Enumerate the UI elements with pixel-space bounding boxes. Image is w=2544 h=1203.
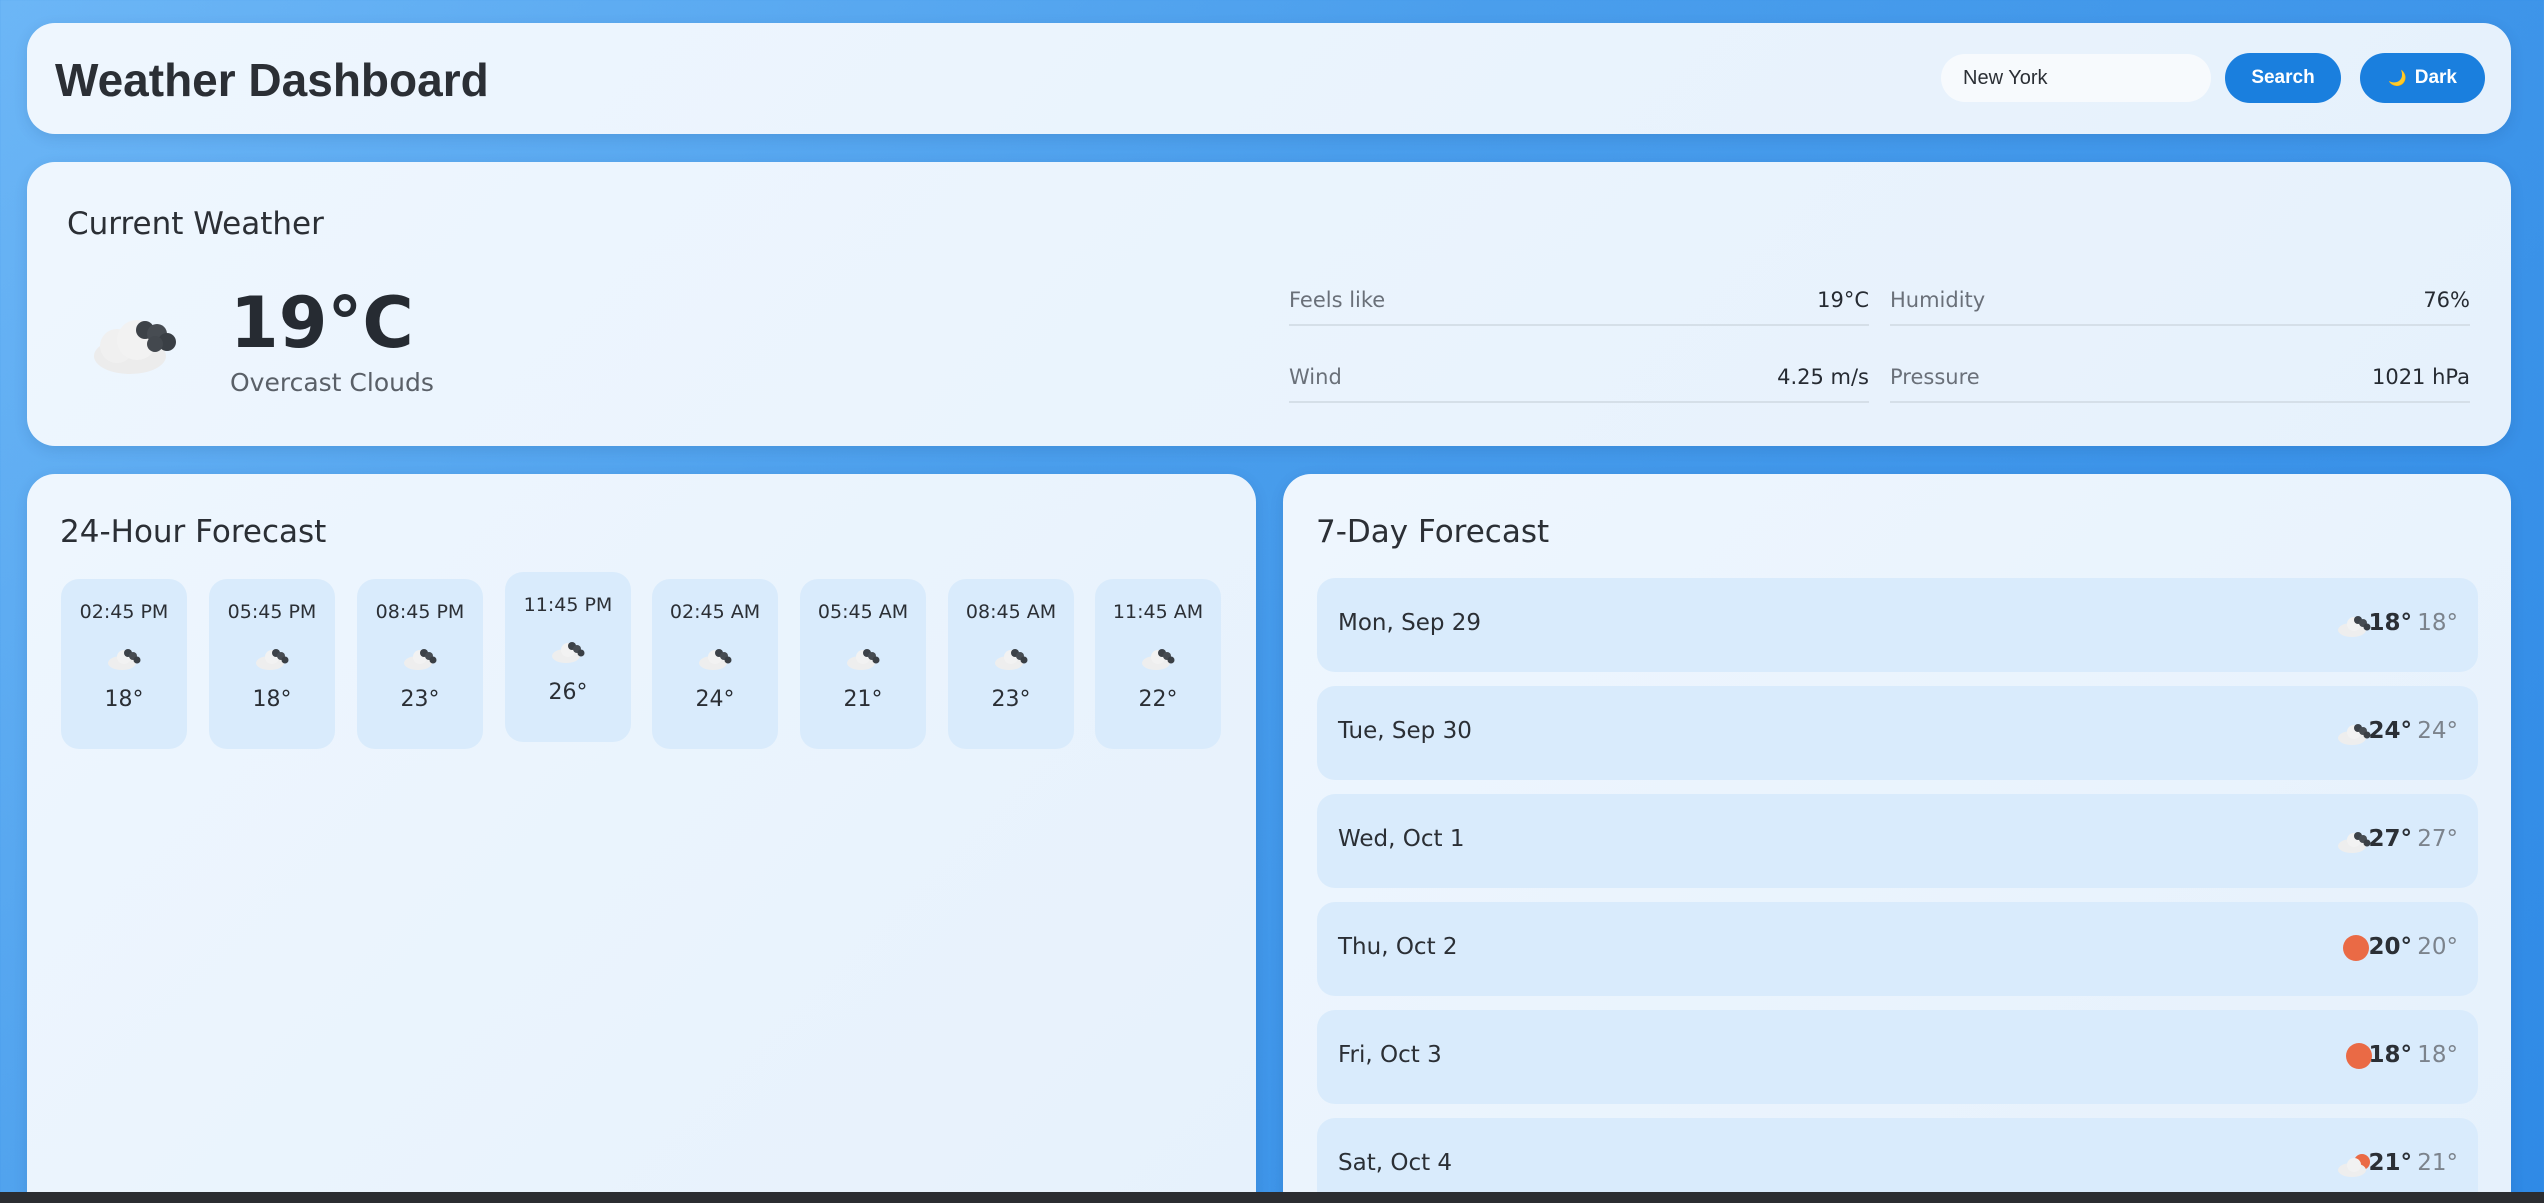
day-label: Sat, Oct 4 xyxy=(1338,1150,1453,1176)
hour-card: 02:45 PM 18° xyxy=(61,579,187,749)
day-row: Tue, Sep 30 24° 24° xyxy=(1317,686,2478,780)
hour-temp: 24° xyxy=(695,687,735,712)
dark-mode-button[interactable]: 🌙 Dark xyxy=(2360,53,2485,103)
day-high: 18° xyxy=(2368,1042,2412,1068)
day-low: 18° xyxy=(2417,1042,2458,1068)
overcast-clouds-icon xyxy=(94,320,176,374)
detail-humidity: Humidity 76% xyxy=(1890,276,2470,326)
day-high: 20° xyxy=(2368,934,2412,960)
hour-time: 08:45 PM xyxy=(375,601,465,623)
day-low: 18° xyxy=(2417,610,2458,636)
cloud-icon xyxy=(108,649,141,670)
city-search-input[interactable] xyxy=(1941,54,2211,102)
hour-card: 05:45 AM 21° xyxy=(800,579,926,749)
day-low: 20° xyxy=(2417,934,2458,960)
day-high: 21° xyxy=(2368,1150,2412,1176)
cloud-icon xyxy=(552,642,585,663)
day-label: Thu, Oct 2 xyxy=(1338,934,1458,960)
cloud-icon xyxy=(847,649,880,670)
current-weather-title: Current Weather xyxy=(67,206,324,242)
cloud-icon xyxy=(404,649,437,670)
hour-temp: 23° xyxy=(991,687,1031,712)
feels-like-value: 19°C xyxy=(1817,288,1869,312)
wind-label: Wind xyxy=(1289,365,1342,389)
humidity-value: 76% xyxy=(2423,288,2470,312)
hour-card: 05:45 PM 18° xyxy=(209,579,335,749)
hour-temp: 26° xyxy=(548,680,588,705)
day-label: Tue, Sep 30 xyxy=(1338,718,1472,744)
detail-pressure: Pressure 1021 hPa xyxy=(1890,353,2470,403)
day-high: 24° xyxy=(2368,718,2412,744)
current-condition: Overcast Clouds xyxy=(230,368,434,397)
cloud-icon xyxy=(699,649,732,670)
hour-card: 11:45 PM 26° xyxy=(505,572,631,742)
moon-icon: 🌙 xyxy=(2388,70,2407,87)
hour-time: 05:45 PM xyxy=(227,601,317,623)
hour-time: 11:45 AM xyxy=(1112,601,1204,623)
feels-like-label: Feels like xyxy=(1289,288,1386,312)
hour-temp: 22° xyxy=(1138,687,1178,712)
hour-time: 11:45 PM xyxy=(523,594,613,616)
daily-forecast-card: 7-Day Forecast Mon, Sep 29 18° 18° Tue, … xyxy=(1283,474,2511,1203)
day-label: Wed, Oct 1 xyxy=(1338,826,1465,852)
day-row: Mon, Sep 29 18° 18° xyxy=(1317,578,2478,672)
humidity-label: Humidity xyxy=(1890,288,1986,312)
day-low: 24° xyxy=(2417,718,2458,744)
hour-card: 08:45 AM 23° xyxy=(948,579,1074,749)
hourly-forecast-card: 24-Hour Forecast 02:45 PM 18° 05:45 PM 1… xyxy=(27,474,1256,1203)
wind-value: 4.25 m/s xyxy=(1777,365,1869,389)
day-row: Thu, Oct 2 20° 20° xyxy=(1317,902,2478,996)
hour-card: 02:45 AM 24° xyxy=(652,579,778,749)
hour-card: 11:45 AM 22° xyxy=(1095,579,1221,749)
cloud-icon xyxy=(995,649,1028,670)
pressure-value: 1021 hPa xyxy=(2371,365,2470,389)
hour-temp: 21° xyxy=(843,687,883,712)
day-label: Fri, Oct 3 xyxy=(1338,1042,1442,1068)
hour-time: 02:45 AM xyxy=(669,601,761,623)
cloud-icon xyxy=(1142,649,1175,670)
hour-time: 02:45 PM xyxy=(79,601,169,623)
day-row: Sat, Oct 4 21° 21° xyxy=(1317,1118,2478,1203)
day-label: Mon, Sep 29 xyxy=(1338,610,1482,636)
header-bar: Weather Dashboard Search 🌙 Dark xyxy=(27,23,2511,134)
current-temperature: 19°C xyxy=(230,282,414,364)
day-high: 18° xyxy=(2368,610,2412,636)
page-title: Weather Dashboard xyxy=(55,54,489,106)
hourly-forecast-title: 24-Hour Forecast xyxy=(60,514,327,550)
taskbar-strip xyxy=(0,1192,2544,1203)
pressure-label: Pressure xyxy=(1890,365,1980,389)
day-high: 27° xyxy=(2368,826,2412,852)
hour-time: 05:45 AM xyxy=(817,601,909,623)
detail-wind: Wind 4.25 m/s xyxy=(1289,353,1869,403)
day-row: Fri, Oct 3 18° 18° xyxy=(1317,1010,2478,1104)
dark-mode-label: Dark xyxy=(2414,67,2457,88)
current-weather-card: Current Weather 19°C Overcast Clouds Fee… xyxy=(27,162,2511,446)
hour-temp: 18° xyxy=(104,687,144,712)
day-low: 27° xyxy=(2417,826,2458,852)
search-button[interactable]: Search xyxy=(2225,53,2341,103)
hour-card: 08:45 PM 23° xyxy=(357,579,483,749)
hour-time: 08:45 AM xyxy=(965,601,1057,623)
cloud-icon xyxy=(256,649,289,670)
daily-forecast-title: 7-Day Forecast xyxy=(1316,514,1550,550)
day-low: 21° xyxy=(2417,1150,2458,1176)
day-row: Wed, Oct 1 27° 27° xyxy=(1317,794,2478,888)
hour-temp: 18° xyxy=(252,687,292,712)
detail-feels-like: Feels like 19°C xyxy=(1289,276,1869,326)
hour-temp: 23° xyxy=(400,687,440,712)
